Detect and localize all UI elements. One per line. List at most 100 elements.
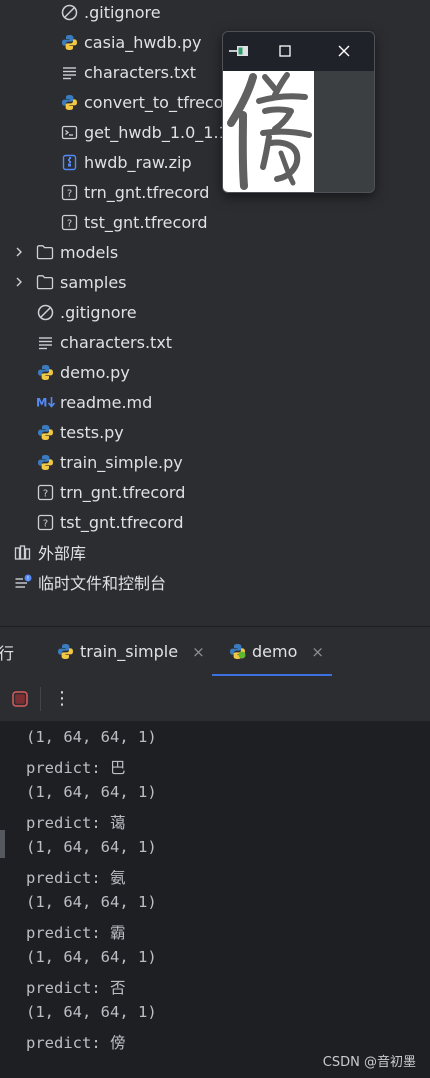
tree-item-readme-md[interactable]: M readme.md <box>36 387 152 417</box>
console-line: (1, 64, 64, 1) <box>26 728 157 746</box>
chevron-right-icon[interactable] <box>12 245 26 259</box>
tree-item-label: convert_to_tfrecord <box>84 92 240 112</box>
python-icon <box>36 453 54 471</box>
more-options-icon[interactable]: ⋮ <box>53 687 71 711</box>
active-tab-indicator <box>212 674 332 676</box>
python-icon <box>60 93 78 111</box>
tree-item-convert-to-tfrecord[interactable]: convert_to_tfrecord <box>60 87 240 117</box>
tree-item-label: .gitignore <box>84 2 161 22</box>
tree-item-demo-py[interactable]: demo.py <box>36 357 130 387</box>
console-line: (1, 64, 64, 1) <box>26 948 157 966</box>
unknown-file-icon: ? <box>36 483 54 501</box>
tab-label: demo <box>252 642 298 661</box>
python-icon <box>36 423 54 441</box>
tree-item-label: 外部库 <box>38 544 87 563</box>
tree-item-root-characters[interactable]: characters.txt <box>36 327 172 357</box>
console-line: (1, 64, 64, 1) <box>26 893 157 911</box>
tree-item-label: readme.md <box>60 392 153 412</box>
maximize-icon[interactable] <box>275 41 295 61</box>
tree-item-label: models <box>60 242 119 262</box>
console-line: predict: 傍 <box>26 1034 126 1052</box>
console-line: predict: 巴 <box>26 759 126 777</box>
console-output[interactable]: (1, 64, 64, 1) predict: 巴 (1, 64, 64, 1)… <box>0 722 430 1078</box>
text-file-icon <box>60 63 78 81</box>
stop-icon[interactable] <box>11 690 29 708</box>
tree-item-sub-trn-gnt[interactable]: ? trn_gnt.tfrecord <box>60 177 209 207</box>
tab-demo[interactable]: demo × <box>228 627 324 676</box>
tree-item-label: characters.txt <box>60 332 173 352</box>
tree-item-label: 临时文件和控制台 <box>38 574 167 593</box>
folder-icon <box>36 273 54 291</box>
tree-external-libraries[interactable]: 外部库 <box>14 537 86 567</box>
window-title-bar[interactable] <box>223 32 374 71</box>
chevron-right-icon[interactable] <box>12 275 26 289</box>
svg-text:!: ! <box>27 575 29 582</box>
svg-text:?: ? <box>66 188 71 199</box>
run-toolbar: ⋮ <box>0 677 430 722</box>
python-icon <box>60 33 78 51</box>
tree-item-casia-hwdb[interactable]: casia_hwdb.py <box>60 27 201 57</box>
run-tabs-bar: 行 train_simple × demo × <box>0 627 430 676</box>
tree-item-label: trn_gnt.tfrecord <box>60 482 186 502</box>
tree-item-train-simple-py[interactable]: train_simple.py <box>36 447 183 477</box>
python-icon <box>228 643 246 661</box>
console-line: predict: 霸 <box>26 924 126 942</box>
tree-item-label: samples <box>60 272 127 292</box>
zip-archive-icon <box>60 153 78 171</box>
close-icon[interactable] <box>334 41 354 61</box>
svg-text:?: ? <box>66 218 71 229</box>
console-line: predict: 氨 <box>26 869 126 887</box>
toolbar-divider <box>40 687 41 711</box>
minimize-icon[interactable] <box>229 41 249 61</box>
unknown-file-icon: ? <box>36 513 54 531</box>
tree-item-label: .gitignore <box>60 302 137 322</box>
unknown-file-icon: ? <box>60 213 78 231</box>
console-line: (1, 64, 64, 1) <box>26 838 157 856</box>
svg-text:?: ? <box>42 488 47 499</box>
text-file-icon <box>36 333 54 351</box>
tree-item-sub-characters[interactable]: characters.txt <box>60 57 196 87</box>
library-icon <box>14 543 32 561</box>
tree-item-label: tst_gnt.tfrecord <box>60 512 184 532</box>
tree-item-hwdb-raw-zip[interactable]: hwdb_raw.zip <box>60 147 192 177</box>
svg-text:M: M <box>36 396 47 410</box>
scroll-marker <box>0 830 5 858</box>
gitignore-icon <box>60 3 78 21</box>
tree-item-label: hwdb_raw.zip <box>84 152 192 172</box>
tree-item-label: tests.py <box>60 422 124 442</box>
folder-icon <box>36 243 54 261</box>
tree-item-root-tst-gnt[interactable]: ? tst_gnt.tfrecord <box>36 507 184 537</box>
tree-item-sub-gitignore[interactable]: .gitignore <box>60 0 161 27</box>
tree-item-label: characters.txt <box>84 62 197 82</box>
run-panel-title: 行 <box>0 643 15 663</box>
tab-close-icon[interactable]: × <box>311 643 324 661</box>
tab-close-icon[interactable]: × <box>192 643 205 661</box>
python-icon <box>36 363 54 381</box>
console-line: (1, 64, 64, 1) <box>26 783 157 801</box>
tree-folder-samples[interactable]: samples <box>36 267 127 297</box>
python-icon <box>56 643 74 661</box>
handwritten-character-image <box>223 71 314 192</box>
tree-item-label: train_simple.py <box>60 452 183 472</box>
tree-item-sub-tst-gnt[interactable]: ? tst_gnt.tfrecord <box>60 207 208 237</box>
gitignore-icon <box>36 303 54 321</box>
console-line: predict: 否 <box>26 979 126 997</box>
tree-item-tests-py[interactable]: tests.py <box>36 417 124 447</box>
markdown-icon: M <box>36 393 58 411</box>
tree-item-root-gitignore[interactable]: .gitignore <box>36 297 137 327</box>
watermark: CSDN @音初墨 <box>322 1055 416 1070</box>
image-preview-window[interactable] <box>222 31 375 193</box>
scratches-icon: ! <box>14 573 32 591</box>
tree-item-label: tst_gnt.tfrecord <box>84 212 208 232</box>
tree-scratches-and-consoles[interactable]: ! 临时文件和控制台 <box>14 567 166 597</box>
tree-item-root-trn-gnt[interactable]: ? trn_gnt.tfrecord <box>36 477 185 507</box>
svg-text:?: ? <box>42 518 47 529</box>
unknown-file-icon: ? <box>60 183 78 201</box>
tree-item-label: demo.py <box>60 362 130 382</box>
shell-script-icon <box>60 123 78 141</box>
tree-folder-models[interactable]: models <box>36 237 118 267</box>
tree-item-label: trn_gnt.tfrecord <box>84 182 210 202</box>
tab-train-simple[interactable]: train_simple × <box>56 627 205 676</box>
console-line: (1, 64, 64, 1) <box>26 1003 157 1021</box>
tab-label: train_simple <box>80 642 179 661</box>
